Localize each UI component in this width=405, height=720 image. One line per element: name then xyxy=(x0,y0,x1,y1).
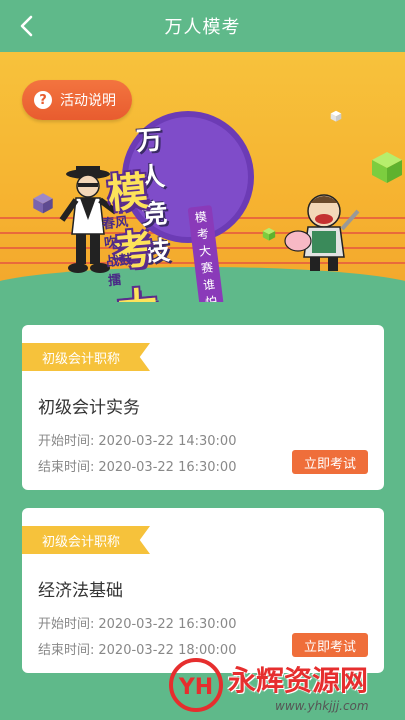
yh-logo-icon: YH xyxy=(169,658,223,712)
activity-info-label: 活动说明 xyxy=(60,93,116,109)
exam-end-time: 结束时间: 2020-03-22 16:30:00 xyxy=(38,456,236,475)
chevron-left-icon xyxy=(20,15,33,37)
nav-bar: 万人模考 xyxy=(0,0,405,52)
exam-course-name: 初级会计实务 xyxy=(38,398,140,418)
cube-decoration-icon xyxy=(262,227,276,241)
watermark-url: www.yhkjjj.com xyxy=(275,699,369,713)
end-time-value: 2020-03-22 16:30:00 xyxy=(98,460,237,475)
watermark: YH 永辉资源网 www.yhkjjj.com xyxy=(160,655,405,720)
start-time-value: 2020-03-22 16:30:00 xyxy=(98,617,237,632)
question-icon: ? xyxy=(34,91,52,109)
start-exam-button[interactable]: 立即考试 xyxy=(292,633,368,657)
back-button[interactable] xyxy=(12,12,40,40)
end-time-label: 结束时间: xyxy=(38,643,95,658)
exam-category-tag: 初级会计职称 xyxy=(22,343,150,371)
cube-decoration-icon xyxy=(330,110,342,122)
exam-card: 初级会计职称 初级会计实务 开始时间: 2020-03-22 14:30:00 结… xyxy=(22,325,384,490)
cartoon-man-right-illustration xyxy=(284,194,360,271)
end-time-label: 结束时间: xyxy=(38,460,95,475)
start-time-label: 开始时间: xyxy=(38,617,95,632)
start-exam-button[interactable]: 立即考试 xyxy=(292,450,368,474)
cube-decoration-icon xyxy=(33,193,53,214)
start-time-value: 2020-03-22 14:30:00 xyxy=(98,434,237,449)
exam-start-time: 开始时间: 2020-03-22 16:30:00 xyxy=(38,613,236,632)
cube-decoration-icon xyxy=(372,152,402,183)
exam-start-time: 开始时间: 2020-03-22 14:30:00 xyxy=(38,430,236,449)
exam-course-name: 经济法基础 xyxy=(38,581,123,601)
start-time-label: 开始时间: xyxy=(38,434,95,449)
exam-card: 初级会计职称 经济法基础 开始时间: 2020-03-22 16:30:00 结束… xyxy=(22,508,384,673)
exam-category-tag: 初级会计职称 xyxy=(22,526,150,554)
page-title: 万人模考 xyxy=(164,17,241,38)
svg-text:YH: YH xyxy=(178,675,213,700)
banner: ? 活动说明 万人竞技 模考大赛 春风吹，战鼓擂 模考大赛谁怕谁 xyxy=(0,52,405,302)
watermark-brand: 永辉资源网 xyxy=(228,664,369,697)
